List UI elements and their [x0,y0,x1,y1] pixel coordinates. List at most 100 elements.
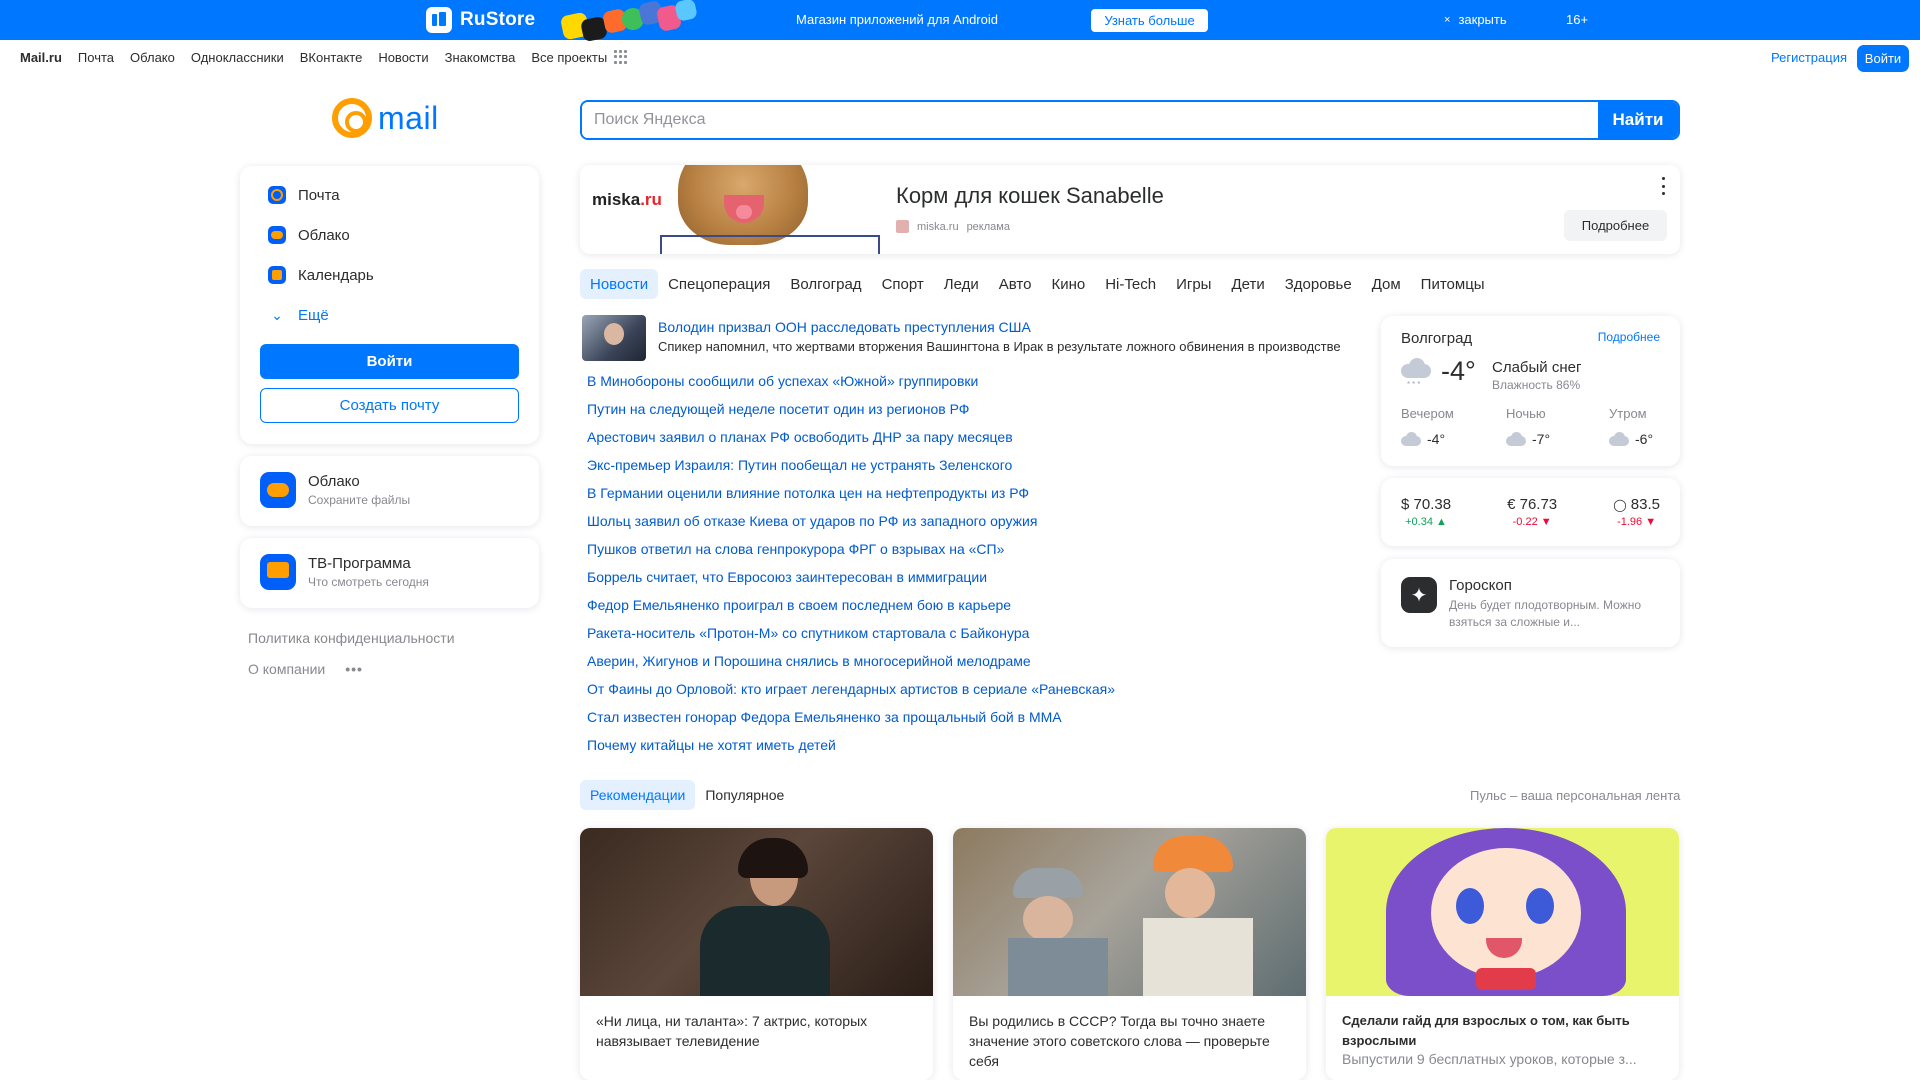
feed-card-image [953,828,1306,996]
portal-links: Mail.ru Почта Облако Одноклассники ВКонт… [20,50,623,65]
feed-card[interactable]: Сделали гайд для взрослых о том, как быт… [1326,828,1679,1080]
tab-volgograd[interactable]: Волгоград [780,269,871,299]
news-item[interactable]: Шольц заявил об отказе Киева от ударов п… [582,507,1362,535]
rustore-brand: RuStore [460,9,536,30]
tab-games[interactable]: Игры [1166,269,1221,299]
news-item[interactable]: Почему китайцы не хотят иметь детей [582,731,1362,759]
tab-kids[interactable]: Дети [1221,269,1274,299]
search-button[interactable]: Найти [1598,102,1678,138]
search-input[interactable] [582,102,1598,138]
tab-recommendations[interactable]: Рекомендации [580,780,696,810]
forecast-temp: -4° [1401,431,1445,447]
nav-link-vk[interactable]: ВКонтакте [300,50,363,65]
tab-sport[interactable]: Спорт [872,269,934,299]
tv-card-subtitle: Что смотреть сегодня [308,575,429,589]
at-sign-icon [332,98,372,138]
tab-lady[interactable]: Леди [934,269,989,299]
nav-link-mail[interactable]: Почта [78,50,114,65]
more-dots-icon[interactable]: ••• [345,661,363,677]
news-item[interactable]: Экс-премьер Израиля: Путин пообещал не у… [582,451,1362,479]
tab-hitech[interactable]: Hi-Tech [1095,269,1166,299]
services-card: Почта Облако Календарь ⌄ Ещё Войти Созда… [240,166,539,444]
kebab-menu-icon[interactable] [1662,177,1666,195]
nav-link-news[interactable]: Новости [378,50,428,65]
app-icons-cluster [559,0,740,43]
news-item[interactable]: Федор Емельяненко проиграл в своем после… [582,591,1362,619]
feed-card-caption: Сделали гайд для взрослых о том, как быт… [1342,1013,1630,1048]
currency-rates-widget[interactable]: $ 70.38 +0.34 ▲ € 76.73 -0.22 ▼ ◯ 83.5 -… [1381,478,1680,546]
cloud-card-subtitle: Сохраните файлы [308,493,411,507]
lead-news-headline[interactable]: Володин призвал ООН расследовать преступ… [658,319,1358,335]
rustore-logo-icon [426,7,452,33]
apps-grid-icon[interactable] [614,50,628,64]
weather-widget[interactable]: Волгоград Подробнее *** -4° Слабый снег … [1381,316,1680,466]
mail-logo[interactable]: mail [332,98,439,138]
horoscope-title: Гороскоп [1449,577,1512,594]
nav-link-all-projects[interactable]: Все проекты [531,50,607,65]
news-item[interactable]: В Минобороны сообщили об успехах «Южной»… [582,367,1362,395]
create-mail-button[interactable]: Создать почту [260,388,519,423]
about-link[interactable]: О компании [248,661,325,677]
news-item[interactable]: От Фаины до Орловой: кто играет легендар… [582,675,1362,703]
tab-health[interactable]: Здоровье [1275,269,1362,299]
tab-pets[interactable]: Питомцы [1411,269,1495,299]
ad-banner[interactable]: miska.ru Корм для кошек Sanabelle miska.… [580,165,1680,254]
snow-icon [1609,432,1629,446]
news-item[interactable]: Ракета-носитель «Протон-М» со спутником … [582,619,1362,647]
feed-card[interactable]: Вы родились в СССР? Тогда вы точно знает… [953,828,1306,1080]
learn-more-button[interactable]: Узнать больше [1091,9,1208,32]
tab-popular[interactable]: Популярное [695,780,794,810]
rate-delta: +0.34 ▲ [1405,516,1447,528]
tab-special-operation[interactable]: Спецоперация [658,269,780,299]
cloud-card[interactable]: Облако Сохраните файлы [240,456,539,526]
top-login-button[interactable]: Войти [1857,45,1909,72]
privacy-link[interactable]: Политика конфиденциальности [248,630,455,646]
service-item-label: Календарь [298,266,374,284]
ad-more-button[interactable]: Подробнее [1564,210,1667,241]
nav-link-mailru[interactable]: Mail.ru [20,50,62,65]
feed-card[interactable]: «Ни лица, ни таланта»: 7 актрис, которых… [580,828,933,1080]
tab-home[interactable]: Дом [1362,269,1411,299]
mail-logo-text: mail [378,99,439,136]
news-item[interactable]: Пушков ответил на слова генпрокурора ФРГ… [582,535,1362,563]
lead-news[interactable]: Володин призвал ООН расследовать преступ… [582,315,1362,361]
rate-value: 83.5 [1630,496,1660,513]
nav-link-dating[interactable]: Знакомства [445,50,516,65]
nav-link-cloud[interactable]: Облако [130,50,175,65]
nav-link-ok[interactable]: Одноклассники [191,50,284,65]
forecast-label: Утром [1609,406,1647,421]
tv-program-card[interactable]: ТВ-Программа Что смотреть сегодня [240,538,539,608]
news-item[interactable]: Арестович заявил о планах РФ освободить … [582,423,1362,451]
rustore-promo-bar: RuStore Магазин приложений для Android У… [0,0,1920,43]
news-item[interactable]: Путин на следующей неделе посетит один и… [582,395,1362,423]
news-item[interactable]: Аверин, Жигунов и Порошина снялись в мно… [582,647,1362,675]
register-link[interactable]: Регистрация [1771,50,1847,65]
tab-kino[interactable]: Кино [1041,269,1095,299]
service-item-mail[interactable]: Почта [268,186,340,204]
search-bar: Найти [580,100,1680,140]
rate-eur[interactable]: € 76.73 -0.22 ▼ [1507,496,1557,546]
pulse-caption: Пульс – ваша персональная лента [1470,788,1681,803]
dollar-icon: $ [1401,496,1410,513]
mail-icon [268,186,286,204]
tab-news[interactable]: Новости [580,269,659,299]
news-item[interactable]: В Германии оценили влияние потолка цен н… [582,479,1362,507]
rustore-logo[interactable]: RuStore [426,7,535,33]
tab-auto[interactable]: Авто [989,269,1042,299]
snow-icon [1401,432,1421,446]
news-item[interactable]: Боррель считает, что Евросоюз заинтересо… [582,563,1362,591]
horoscope-widget[interactable]: ✦ Гороскоп День будет плодотворным. Можн… [1381,559,1680,647]
service-item-calendar[interactable]: Календарь [268,266,374,284]
service-item-label: Ещё [298,306,329,324]
service-item-more[interactable]: ⌄ Ещё [268,306,329,324]
footer-links: Политика конфиденциальности О компании •… [248,630,455,692]
weather-more-link[interactable]: Подробнее [1598,330,1660,344]
top-navigation: Mail.ru Почта Облако Одноклассники ВКонт… [0,40,1920,75]
promo-close-button[interactable]: × закрыть [1444,12,1507,27]
service-item-cloud[interactable]: Облако [268,226,350,244]
login-button[interactable]: Войти [260,344,519,379]
news-item[interactable]: Стал известен гонорар Федора Емельяненко… [582,703,1362,731]
arrow-down-icon: ▼ [1645,516,1657,528]
rate-usd[interactable]: $ 70.38 +0.34 ▲ [1401,496,1451,546]
rate-oil[interactable]: ◯ 83.5 -1.96 ▼ [1613,496,1660,546]
